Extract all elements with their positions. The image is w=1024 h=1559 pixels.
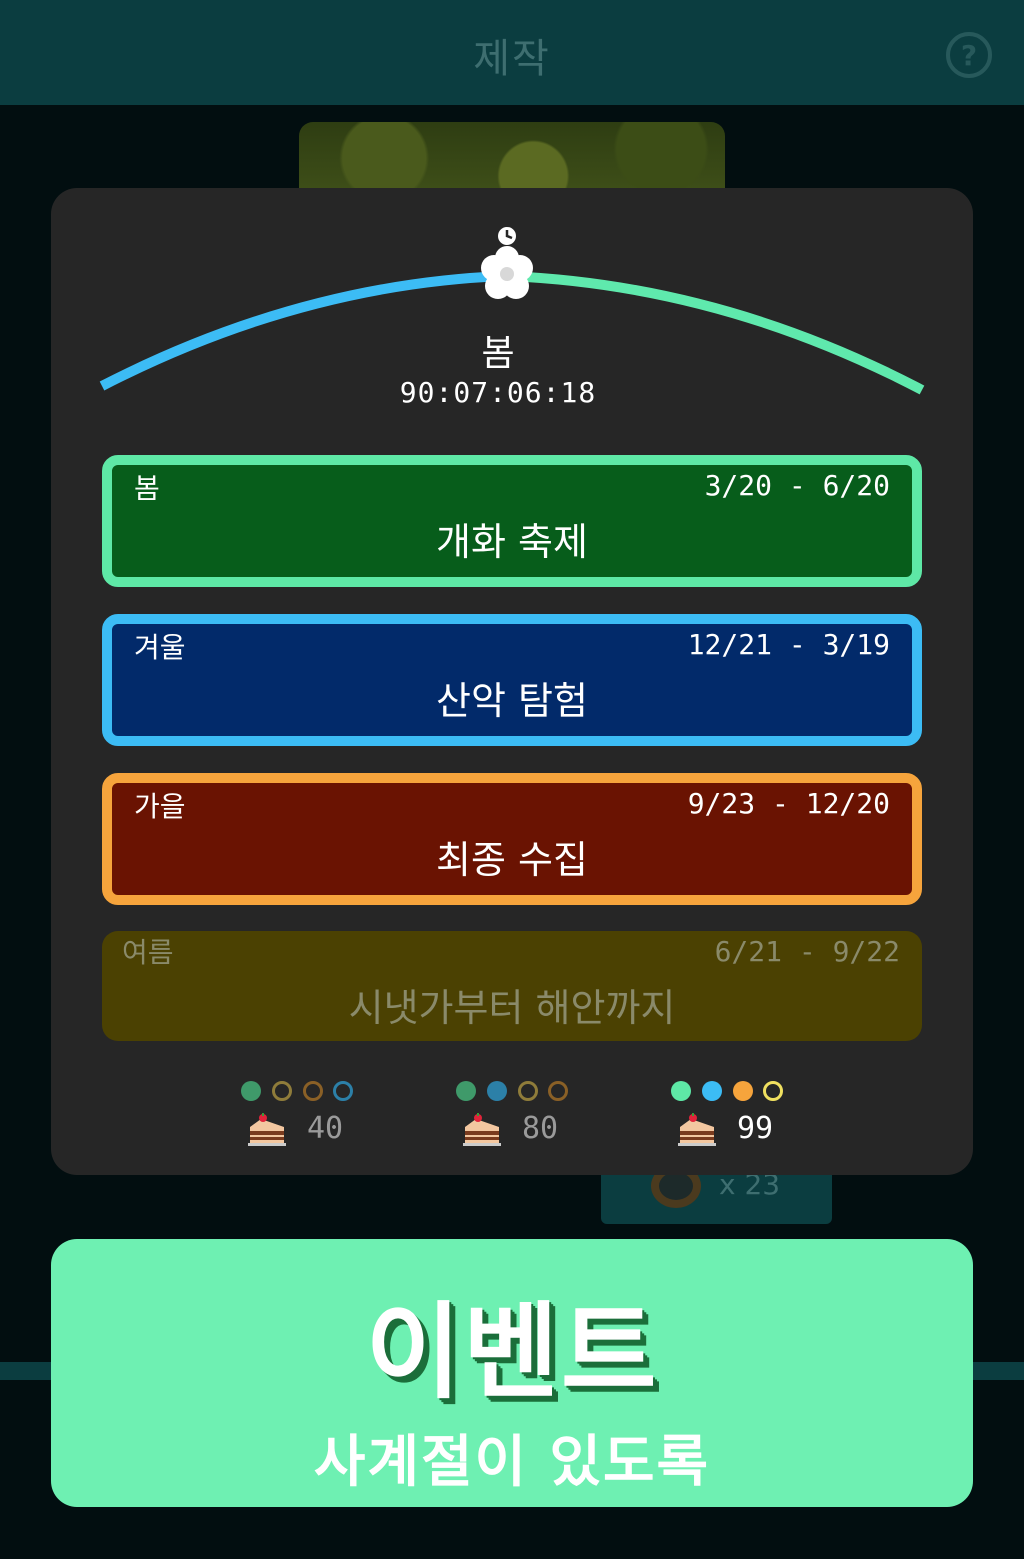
progress-dot [456, 1081, 476, 1101]
progress-dot [733, 1081, 753, 1101]
progress-dot [548, 1081, 568, 1101]
event-name: 최종 수집 [436, 838, 588, 882]
progress-dot [763, 1081, 783, 1101]
flower-icon [481, 225, 533, 299]
event-card-autumn[interactable]: 가을 9/23 - 12/20 최종 수집 [102, 773, 922, 905]
event-card-summer[interactable]: 여름 6/21 - 9/22 시냇가부터 해안까지 [102, 931, 922, 1041]
current-season-label: 봄 [481, 333, 515, 374]
promo-banner: 이벤트 사계절이 있도록 [51, 1239, 973, 1507]
progress-dot [333, 1081, 353, 1101]
season-countdown: 90:07:06:18 [399, 376, 597, 409]
progress-dot [702, 1081, 722, 1101]
event-card-winter[interactable]: 겨울 12/21 - 3/19 산악 탐험 [102, 614, 922, 746]
banner-headline: 이벤트 [365, 1291, 659, 1413]
event-name: 산악 탐험 [436, 679, 588, 723]
event-name: 개화 축제 [436, 520, 588, 564]
event-card-spring[interactable]: 봄 3/20 - 6/20 개화 축제 [102, 455, 922, 587]
cake-icon [248, 1113, 286, 1146]
event-season-label: 겨울 [134, 631, 186, 664]
event-dates: 12/21 - 3/19 [687, 628, 890, 661]
reward-count: 40 [307, 1111, 344, 1146]
progress-dot [241, 1081, 261, 1101]
progress-dot [303, 1081, 323, 1101]
event-season-label: 가을 [134, 790, 186, 823]
progress-dot [518, 1081, 538, 1101]
cake-icon [678, 1113, 716, 1146]
event-dates: 9/23 - 12/20 [687, 787, 890, 820]
reward-count: 80 [522, 1111, 559, 1146]
cake-icon [463, 1113, 501, 1146]
banner-tagline: 사계절이 있도록 [313, 1430, 711, 1495]
progress-dot [272, 1081, 292, 1101]
event-name: 시냇가부터 해안까지 [348, 986, 676, 1030]
reward-tier-1: 40 [241, 1081, 391, 1151]
progress-dot [671, 1081, 691, 1101]
event-season-label: 여름 [122, 936, 174, 969]
progress-dot [487, 1081, 507, 1101]
event-season-label: 봄 [134, 472, 160, 505]
reward-tier-2: 80 [456, 1081, 606, 1151]
reward-tier-3: 99 [671, 1081, 821, 1151]
reward-count: 99 [737, 1111, 774, 1146]
event-dates: 3/20 - 6/20 [704, 469, 890, 502]
event-dates: 6/21 - 9/22 [714, 935, 900, 968]
